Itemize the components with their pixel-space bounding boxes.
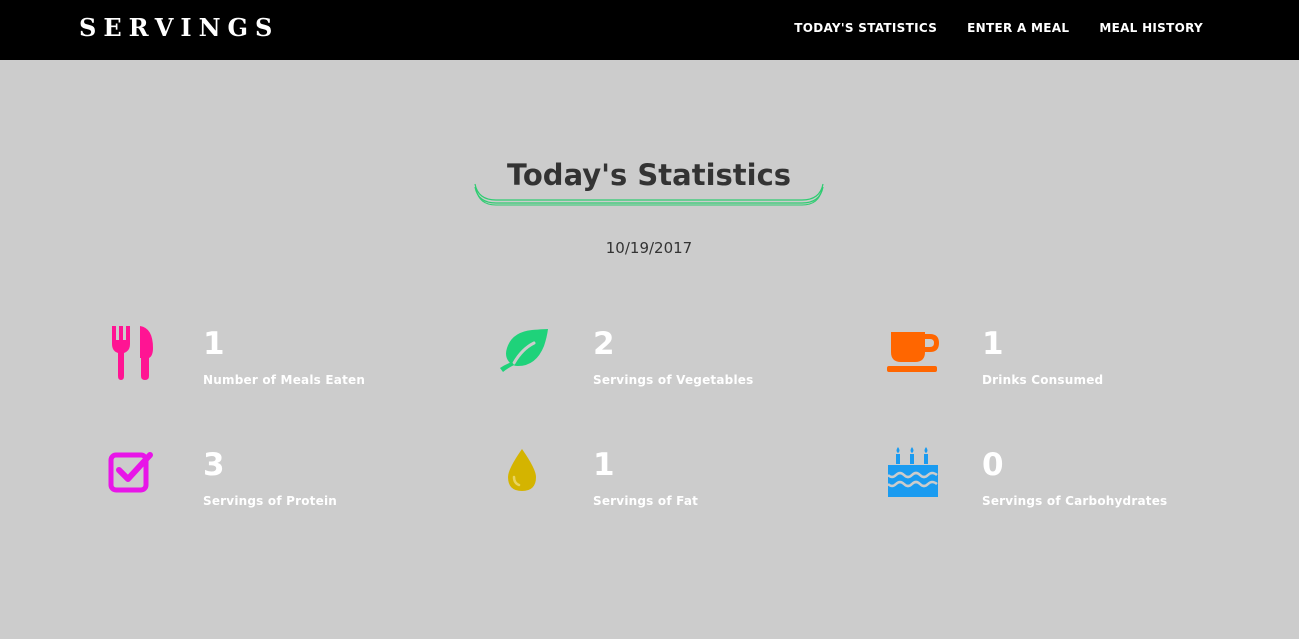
- stat-label: Number of Meals Eaten: [203, 373, 366, 387]
- stat-meals-eaten: 1 Number of Meals Eaten: [108, 326, 438, 406]
- nav-link-todays-statistics[interactable]: TODAY'S STATISTICS: [794, 20, 937, 36]
- stat-label: Servings of Protein: [203, 494, 338, 508]
- page-title: Today's Statistics: [506, 158, 792, 192]
- checkbox-icon: [108, 452, 153, 493]
- navbar: SERVINGS TODAY'S STATISTICS ENTER A MEAL…: [0, 0, 1299, 60]
- stat-value: 1: [982, 326, 1004, 362]
- stat-value: 1: [593, 447, 615, 483]
- brand-logo[interactable]: SERVINGS: [79, 13, 279, 43]
- coffee-cup-icon: [887, 332, 939, 372]
- birthday-cake-icon: [887, 447, 938, 497]
- nav-link-enter-a-meal[interactable]: ENTER A MEAL: [967, 20, 1069, 36]
- stat-value: 2: [593, 326, 615, 362]
- title-block: Today's Statistics: [474, 152, 824, 208]
- leaf-icon: [500, 329, 548, 372]
- stat-label: Drinks Consumed: [982, 373, 1104, 387]
- stat-value: 0: [982, 447, 1004, 483]
- stat-protein: 3 Servings of Protein: [108, 447, 438, 527]
- page-date: 10/19/2017: [605, 239, 693, 257]
- nav-link-meal-history[interactable]: MEAL HISTORY: [1099, 20, 1203, 36]
- stat-vegetables: 2 Servings of Vegetables: [498, 326, 828, 406]
- droplet-icon: [508, 449, 536, 491]
- stat-drinks: 1 Drinks Consumed: [887, 326, 1217, 406]
- stat-label: Servings of Carbohydrates: [982, 494, 1168, 508]
- stat-value: 1: [203, 326, 225, 362]
- stat-fat: 1 Servings of Fat: [498, 447, 828, 527]
- stat-carbohydrates: 0 Servings of Carbohydrates: [887, 447, 1217, 527]
- stat-value: 3: [203, 447, 225, 483]
- stat-label: Servings of Vegetables: [593, 373, 754, 387]
- nav-links: TODAY'S STATISTICS ENTER A MEAL MEAL HIS…: [794, 20, 1203, 36]
- stat-label: Servings of Fat: [593, 494, 699, 508]
- fork-knife-icon: [112, 326, 153, 380]
